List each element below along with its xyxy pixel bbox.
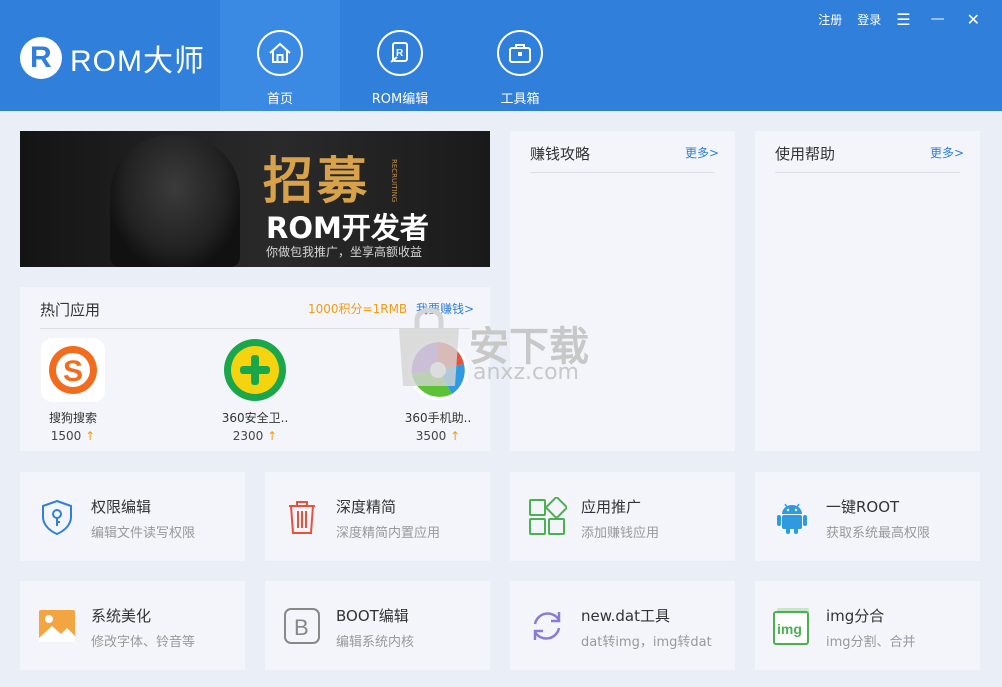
apps-grid-icon bbox=[527, 496, 568, 537]
tool-system-beautify[interactable]: 系统美化 修改字体、铃音等 bbox=[20, 581, 245, 670]
tool-title: img分合 bbox=[826, 607, 885, 625]
tool-img-split-merge[interactable]: img img分合 img分割、合并 bbox=[755, 581, 980, 670]
convert-icon bbox=[527, 606, 567, 646]
divider bbox=[530, 172, 715, 173]
minimize-icon[interactable]: — bbox=[931, 11, 945, 27]
banner-vertical-text: RECRUITING bbox=[390, 159, 398, 203]
home-icon bbox=[257, 30, 303, 76]
menu-icon[interactable]: ☰ bbox=[896, 10, 910, 29]
tab-home-label: 首页 bbox=[266, 92, 293, 107]
close-icon[interactable]: ✕ bbox=[967, 10, 980, 29]
help-more-link[interactable]: 更多> bbox=[930, 144, 964, 161]
earn-guide-title: 赚钱攻略 bbox=[530, 145, 591, 163]
tool-subtitle: 编辑文件读写权限 bbox=[91, 526, 196, 541]
svg-text:img: img bbox=[777, 621, 802, 637]
app-name: 360手机助.. bbox=[404, 411, 472, 425]
earn-guide-more-link[interactable]: 更多> bbox=[685, 144, 719, 161]
tool-title: 系统美化 bbox=[91, 607, 152, 625]
window-controls: 注册 登录 ☰ — ✕ bbox=[818, 9, 1002, 29]
app-item-sogou[interactable]: S 搜狗搜索 1500 ↑ bbox=[28, 338, 118, 443]
shield-key-icon bbox=[37, 497, 77, 537]
banner-subheadline: ROM开发者 bbox=[266, 211, 429, 245]
tool-title: 权限编辑 bbox=[91, 498, 152, 516]
tool-title: 应用推广 bbox=[581, 498, 642, 516]
tool-title: 一键ROOT bbox=[826, 498, 900, 516]
watermark-bag-icon bbox=[399, 307, 459, 386]
logo-letter: R bbox=[30, 41, 52, 74]
register-link[interactable]: 注册 bbox=[818, 11, 842, 28]
hot-apps-title: 热门应用 bbox=[40, 301, 101, 319]
app-points: 1500 ↑ bbox=[50, 429, 96, 443]
hacker-figure-image bbox=[110, 135, 240, 267]
tool-subtitle: 添加赚钱应用 bbox=[581, 526, 660, 541]
help-panel: 使用帮助 更多> bbox=[755, 131, 980, 451]
app-points: 2300 ↑ bbox=[232, 429, 278, 443]
trash-icon bbox=[282, 497, 322, 537]
sogou-search-icon: S bbox=[41, 338, 105, 402]
title-bar: R ROM大师 首页 R ROM编辑 工具箱 注册 登录 ☰ — ✕ bbox=[0, 0, 1002, 111]
login-link[interactable]: 登录 bbox=[857, 11, 881, 28]
app-name: 搜狗搜索 bbox=[48, 411, 97, 425]
toolbox-icon bbox=[497, 30, 543, 76]
earn-guide-panel: 赚钱攻略 更多> bbox=[510, 131, 735, 451]
watermark-url: anxz.com bbox=[473, 360, 579, 385]
tab-toolbox-label: 工具箱 bbox=[500, 92, 540, 107]
tab-rom-edit-label: ROM编辑 bbox=[371, 92, 429, 107]
tool-deep-clean[interactable]: 深度精简 深度精简内置应用 bbox=[265, 472, 490, 561]
360-security-icon bbox=[223, 338, 287, 402]
tool-title: 深度精简 bbox=[336, 498, 397, 516]
img-file-icon: img bbox=[772, 606, 812, 646]
tool-subtitle: 获取系统最高权限 bbox=[826, 526, 931, 541]
app-name: 360安全卫.. bbox=[221, 411, 289, 425]
logo-icon: R bbox=[20, 37, 62, 79]
divider bbox=[775, 172, 960, 173]
tool-subtitle: img分割、合并 bbox=[826, 635, 916, 650]
tool-title: BOOT编辑 bbox=[336, 607, 409, 625]
tab-rom-edit[interactable]: R ROM编辑 bbox=[340, 0, 460, 111]
rom-edit-icon: R bbox=[377, 30, 423, 76]
tool-permission-edit[interactable]: 权限编辑 编辑文件读写权限 bbox=[20, 472, 245, 561]
tab-toolbox[interactable]: 工具箱 bbox=[460, 0, 580, 111]
app-points: 3500 ↑ bbox=[415, 429, 461, 443]
boot-b-icon: B bbox=[282, 606, 322, 646]
tool-boot-edit[interactable]: B BOOT编辑 编辑系统内核 bbox=[265, 581, 490, 670]
svg-text:B: B bbox=[294, 615, 309, 640]
tool-subtitle: dat转img，img转dat bbox=[581, 635, 712, 650]
recruit-banner[interactable]: 招募 RECRUITING ROM开发者 你做包我推广，坐享高额收益 bbox=[20, 131, 490, 267]
tool-subtitle: 深度精简内置应用 bbox=[336, 526, 441, 541]
watermark: 安下载 anxz.com bbox=[393, 307, 589, 392]
tool-one-click-root[interactable]: 一键ROOT 获取系统最高权限 bbox=[755, 472, 980, 561]
tool-title: new.dat工具 bbox=[581, 607, 670, 625]
image-icon bbox=[37, 606, 77, 646]
help-title: 使用帮助 bbox=[775, 145, 836, 163]
svg-text:S: S bbox=[63, 355, 83, 388]
tab-home[interactable]: 首页 bbox=[220, 0, 340, 111]
tool-new-dat[interactable]: new.dat工具 dat转img，img转dat bbox=[510, 581, 735, 670]
app-logo: R ROM大师 bbox=[20, 36, 205, 80]
android-icon bbox=[772, 497, 812, 537]
app-item-360-security[interactable]: 360安全卫.. 2300 ↑ bbox=[210, 338, 300, 443]
app-title: ROM大师 bbox=[70, 45, 205, 78]
banner-headline: 招募 bbox=[263, 152, 371, 210]
tool-subtitle: 修改字体、铃音等 bbox=[91, 635, 196, 650]
banner-caption: 你做包我推广，坐享高额收益 bbox=[266, 245, 423, 259]
tool-subtitle: 编辑系统内核 bbox=[336, 635, 415, 650]
tool-app-promotion[interactable]: 应用推广 添加赚钱应用 bbox=[510, 472, 735, 561]
